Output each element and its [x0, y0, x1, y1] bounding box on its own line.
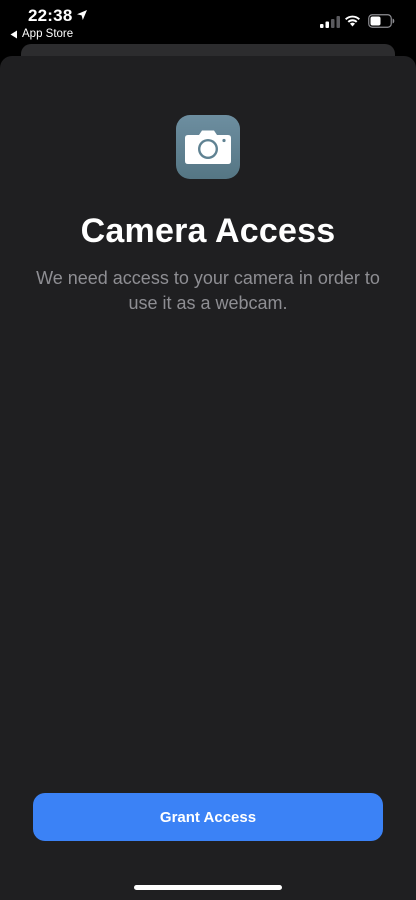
- back-to-app-store-link[interactable]: App Store: [10, 28, 73, 40]
- permission-message: We need access to your camera in order t…: [36, 268, 380, 313]
- app-icon: [176, 115, 240, 179]
- back-arrow-icon: [10, 30, 17, 38]
- wifi-icon: [345, 15, 360, 27]
- page-title: Camera Access: [80, 212, 336, 250]
- permission-sheet: [0, 56, 416, 900]
- back-link-label: App Store: [22, 28, 74, 40]
- home-indicator[interactable]: [134, 885, 282, 890]
- grant-access-button[interactable]: Grant Access: [33, 793, 383, 841]
- location-arrow-icon: [77, 10, 87, 20]
- battery-icon: [368, 14, 395, 28]
- camera-icon: [185, 130, 231, 164]
- cellular-signal-icon: [320, 16, 340, 28]
- status-time: 22:38: [28, 6, 73, 25]
- status-bar: 22:38 App Store: [0, 0, 416, 44]
